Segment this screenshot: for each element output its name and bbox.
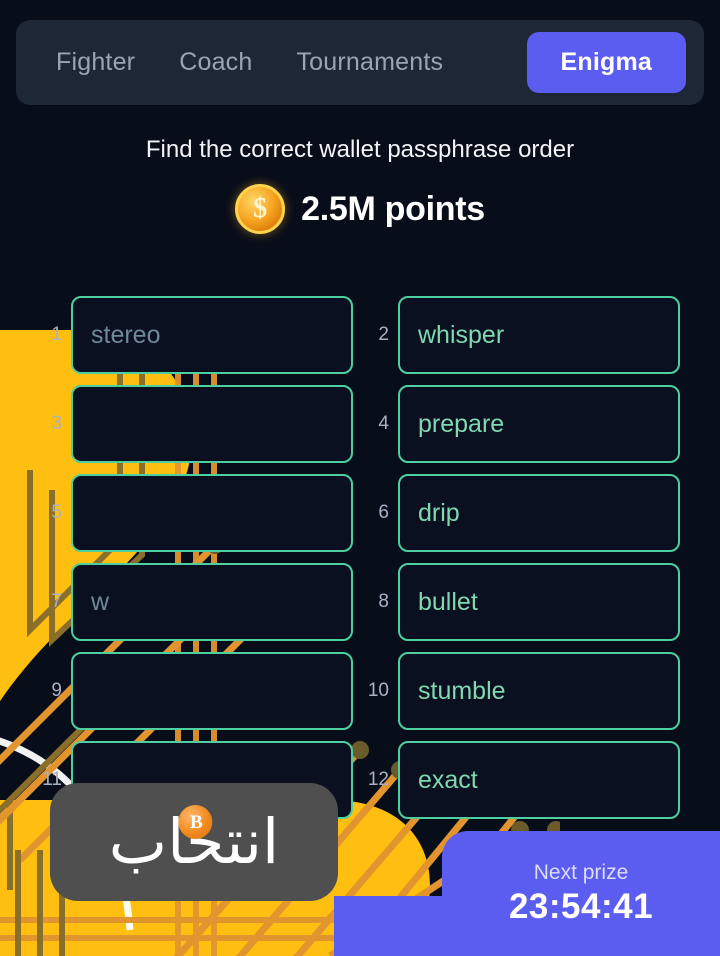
slot-number: 5	[51, 502, 62, 523]
slot-number: 3	[51, 413, 62, 434]
slot-number: 6	[378, 502, 389, 523]
slot-word-box[interactable]: bullet	[398, 563, 680, 641]
passphrase-slot: 3	[40, 385, 353, 463]
countdown-timer: 23:54:41	[508, 886, 654, 926]
slot-number: 1	[51, 324, 62, 345]
passphrase-slot: 1 stereo	[40, 296, 353, 374]
slot-word: prepare	[418, 409, 505, 438]
slot-word-box[interactable]: exact	[398, 741, 680, 819]
points-display: $ 2.5M points	[0, 184, 720, 234]
slot-word: stumble	[418, 676, 506, 705]
next-prize-panel[interactable]: Next prize 23:54:41	[442, 831, 720, 956]
tab-enigma[interactable]: Enigma	[526, 32, 686, 93]
tab-fighter[interactable]: Fighter	[34, 34, 157, 91]
tab-coach[interactable]: Coach	[157, 34, 274, 91]
slot-word-box[interactable]: whisper	[398, 296, 680, 374]
slot-word: exact	[418, 765, 478, 794]
slot-number: 10	[367, 680, 389, 701]
slot-number: 7	[51, 591, 62, 612]
watermark-text: انتخاب B	[108, 805, 281, 878]
passphrase-grid: 1 stereo 2 whisper 3 4 prepare 5 6 drip 7 w 8 bullet 9…	[0, 296, 720, 819]
bitcoin-icon: B	[178, 805, 213, 839]
slot-word-box[interactable]	[71, 385, 353, 463]
passphrase-slot: 4 prepare	[367, 385, 680, 463]
passphrase-slot: 2 whisper	[367, 296, 680, 374]
slot-number: 11	[42, 769, 62, 790]
next-prize-label: Next prize	[533, 860, 629, 884]
slot-word: bullet	[418, 587, 478, 616]
tab-tournaments[interactable]: Tournaments	[274, 34, 465, 91]
page-title: Find the correct wallet passphrase order	[145, 136, 575, 163]
slot-word-box[interactable]	[71, 474, 353, 552]
slot-word-box[interactable]: stumble	[398, 652, 680, 730]
coin-icon: $	[235, 184, 286, 234]
slot-word: stereo	[91, 320, 161, 349]
passphrase-slot: 12 exact	[367, 741, 680, 819]
slot-word: drip	[418, 498, 460, 527]
passphrase-slot: 6 drip	[367, 474, 680, 552]
slot-number: 12	[367, 769, 389, 790]
main-nav: Fighter Coach Tournaments Enigma	[16, 20, 704, 105]
slot-word-box[interactable]: w	[71, 563, 353, 641]
slot-number: 9	[51, 680, 62, 701]
passphrase-slot: 10 stumble	[367, 652, 680, 730]
slot-word-box[interactable]: stereo	[71, 296, 353, 374]
slot-word: w	[91, 587, 110, 616]
slot-word-box[interactable]: prepare	[398, 385, 680, 463]
watermark-badge: انتخاب B	[50, 783, 338, 901]
slot-word-box[interactable]	[71, 652, 353, 730]
prize-panel-tail	[334, 896, 442, 956]
passphrase-slot: 7w	[40, 563, 353, 641]
points-value: 2.5M points	[301, 189, 485, 228]
slot-number: 2	[378, 324, 389, 345]
enigma-screen: Fighter Coach Tournaments Enigma Find th…	[0, 0, 720, 956]
slot-number: 8	[378, 591, 389, 612]
slot-word: whisper	[418, 320, 505, 349]
slot-number: 4	[378, 413, 389, 434]
passphrase-slot: 8 bullet	[367, 563, 680, 641]
passphrase-slot: 9	[40, 652, 353, 730]
slot-word-box[interactable]: drip	[398, 474, 680, 552]
passphrase-slot: 5	[40, 474, 353, 552]
